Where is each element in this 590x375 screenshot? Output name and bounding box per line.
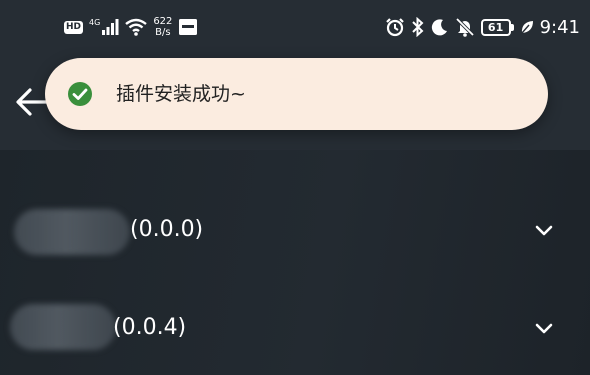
plugin-version: (0.0.0) bbox=[130, 217, 204, 242]
net-speed: 622 B/s bbox=[153, 16, 172, 38]
plugin-row[interactable]: (0.0.0) bbox=[0, 190, 590, 270]
bluetooth-icon bbox=[411, 17, 424, 37]
battery-tip bbox=[510, 23, 514, 31]
status-bar-left: HD 4G 622 B/s bbox=[64, 14, 198, 40]
alarm-icon bbox=[385, 18, 404, 37]
toast-notification: 插件安装成功~ bbox=[45, 58, 548, 130]
chevron-down-icon[interactable] bbox=[534, 318, 554, 338]
battery-level: 61 bbox=[480, 18, 511, 36]
plugin-version: (0.0.4) bbox=[113, 315, 187, 340]
battery-indicator: 61 bbox=[480, 18, 514, 36]
status-bar: HD 4G 622 B/s 61 9:41 bbox=[0, 0, 590, 52]
plugin-name-blurred bbox=[14, 209, 130, 255]
net-speed-unit: B/s bbox=[155, 27, 171, 38]
check-circle-icon bbox=[68, 82, 92, 106]
toast-message: 插件安装成功~ bbox=[116, 83, 246, 105]
status-time: 9:41 bbox=[539, 16, 580, 38]
hd-badge: HD bbox=[64, 20, 84, 34]
wifi-icon bbox=[125, 18, 148, 36]
signal-icon: 4G bbox=[89, 19, 119, 35]
network-type-label: 4G bbox=[89, 18, 101, 27]
net-speed-value: 622 bbox=[153, 16, 173, 27]
chevron-down-icon[interactable] bbox=[534, 220, 554, 240]
back-arrow-icon bbox=[16, 88, 49, 116]
sim-card-icon bbox=[179, 19, 198, 35]
leaf-icon bbox=[521, 21, 533, 34]
status-bar-right: 61 9:41 bbox=[385, 14, 580, 40]
moon-icon bbox=[431, 19, 447, 36]
bell-off-icon bbox=[455, 17, 474, 37]
plugin-name-blurred bbox=[10, 304, 116, 350]
plugin-row[interactable]: (0.0.4) bbox=[0, 288, 590, 368]
